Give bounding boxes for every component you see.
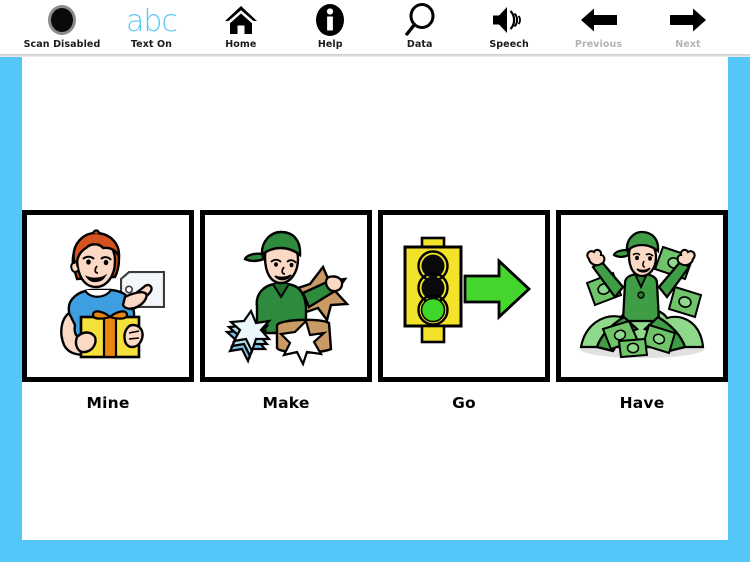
grid-cell-mine[interactable]: Mine — [22, 210, 194, 415]
symbol-card-mine[interactable] — [22, 210, 194, 382]
person-sitting-on-money-pile-icon — [579, 230, 705, 359]
toolbar-button-help[interactable]: Help — [286, 2, 374, 54]
arrow-right-icon — [669, 2, 707, 38]
speaker-icon — [491, 2, 527, 38]
symbol-label-mine: Mine — [86, 394, 130, 412]
toolbar-label-speech: Speech — [489, 39, 529, 50]
toolbar-button-home[interactable]: Home — [197, 2, 285, 54]
symbol-label-make: Make — [262, 394, 310, 412]
grid-cell-make[interactable]: Make — [200, 210, 372, 415]
board-page: Mine Make Go Have — [22, 57, 728, 540]
toolbar-label-text: Text On — [130, 39, 173, 50]
symbol-card-have[interactable] — [556, 210, 728, 382]
toolbar-button-scan[interactable]: Scan Disabled — [18, 2, 106, 54]
toolbar-button-next[interactable]: Next — [644, 2, 732, 54]
toolbar-label-help: Help — [317, 39, 343, 50]
aac-app-window: Scan Disabled abc Text On Home Help Data… — [0, 0, 750, 562]
top-toolbar: Scan Disabled abc Text On Home Help Data… — [0, 0, 750, 54]
grid-cell-go[interactable]: Go — [378, 210, 550, 415]
abc-glyph-text: abc — [125, 4, 178, 39]
board-frame: Mine Make Go Have — [0, 57, 750, 562]
symbol-card-make[interactable] — [200, 210, 372, 382]
symbol-grid: Mine Make Go Have — [22, 210, 728, 415]
arrow-left-icon — [580, 2, 618, 38]
toolbar-button-text[interactable]: abc Text On — [107, 2, 195, 54]
grid-cell-have[interactable]: Have — [556, 210, 728, 415]
toolbar-button-previous[interactable]: Previous — [555, 2, 643, 54]
home-icon — [224, 2, 258, 38]
toolbar-label-home: Home — [225, 39, 257, 50]
symbol-label-have: Have — [619, 394, 665, 412]
toolbar-button-data[interactable]: Data — [376, 2, 464, 54]
toolbar-label-previous: Previous — [574, 39, 623, 50]
traffic-light-green-with-arrow-icon — [403, 236, 532, 344]
symbol-label-go: Go — [452, 394, 476, 412]
toolbar-label-next: Next — [675, 39, 701, 50]
scan-circle-icon — [46, 2, 78, 38]
person-making-star-cookies-icon — [224, 230, 350, 367]
toolbar-label-scan: Scan Disabled — [23, 39, 101, 50]
info-circle-icon — [315, 2, 345, 38]
abc-text-icon: abc — [125, 2, 178, 39]
toolbar-button-speech[interactable]: Speech — [465, 2, 553, 54]
symbol-card-go[interactable] — [378, 210, 550, 382]
boy-holding-gift-with-tag-icon — [60, 229, 165, 359]
toolbar-label-data: Data — [406, 39, 433, 50]
magnifier-icon — [404, 2, 436, 38]
